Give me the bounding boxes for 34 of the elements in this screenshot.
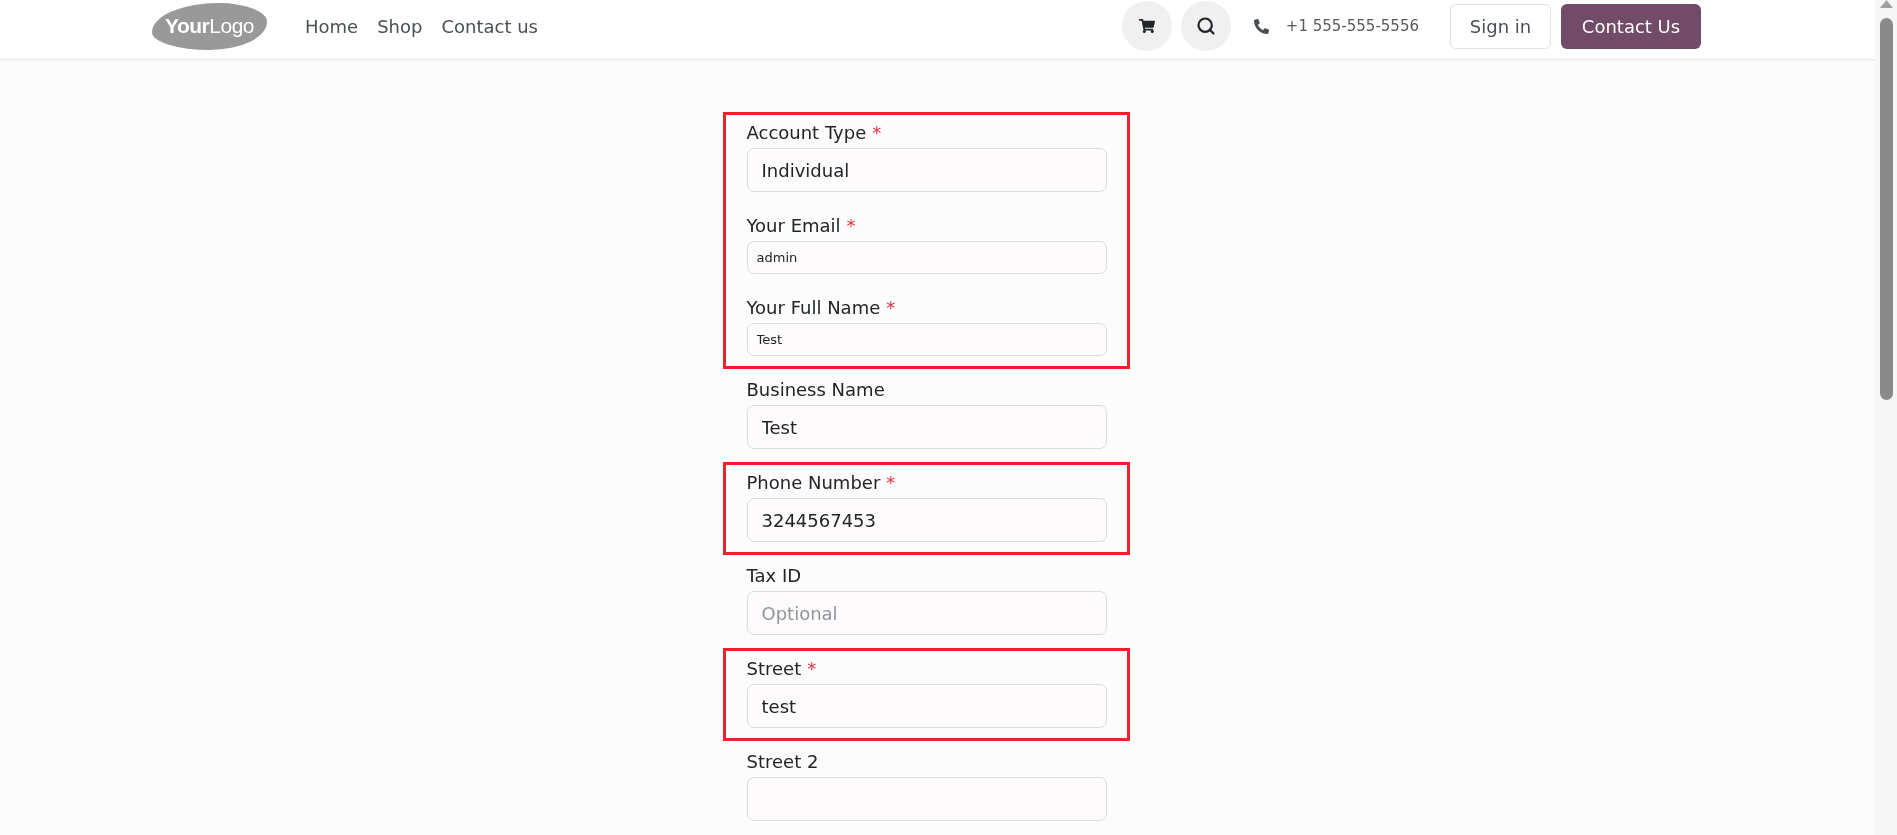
text-input[interactable] <box>746 777 1107 821</box>
field-label: Street <box>746 657 802 681</box>
nav-link[interactable]: Contact us <box>441 15 538 37</box>
cart-button[interactable] <box>1121 1 1172 51</box>
field-label: Your Email <box>746 214 841 238</box>
text-input[interactable]: test <box>746 684 1107 728</box>
search-icon <box>1195 16 1216 36</box>
text-input[interactable]: 3244567453 <box>746 498 1107 542</box>
text-input[interactable]: Optional <box>746 591 1107 635</box>
sign-in-button[interactable]: Sign in <box>1450 3 1551 49</box>
scroll-up-arrow-icon[interactable] <box>1880 0 1893 8</box>
text-input[interactable]: Test <box>746 405 1107 449</box>
field-label: Phone Number <box>746 471 881 495</box>
nav-link[interactable]: Shop <box>377 15 423 37</box>
field-label: Tax ID <box>746 564 802 588</box>
field-label: Street 2 <box>746 750 819 774</box>
phone-number: +1 555-555-5556 <box>1285 17 1419 35</box>
field-label: Account Type <box>746 121 867 145</box>
search-button[interactable] <box>1180 1 1231 51</box>
required-asterisk: * <box>846 214 856 238</box>
cart-icon <box>1138 18 1155 34</box>
phone-icon <box>1253 18 1269 34</box>
text-input[interactable]: Test <box>746 323 1107 356</box>
text-input[interactable]: admin <box>746 241 1107 274</box>
scrollbar-thumb[interactable] <box>1880 18 1893 400</box>
contact-us-button[interactable]: Contact Us <box>1561 3 1701 49</box>
text-input[interactable]: Individual <box>746 148 1107 192</box>
field-label: Business Name <box>746 378 885 402</box>
required-asterisk: * <box>872 121 882 145</box>
field-label: Your Full Name <box>746 296 881 320</box>
nav-link[interactable]: Home <box>305 15 359 37</box>
required-asterisk: * <box>807 657 817 681</box>
required-asterisk: * <box>886 471 896 495</box>
required-asterisk: * <box>886 296 896 320</box>
